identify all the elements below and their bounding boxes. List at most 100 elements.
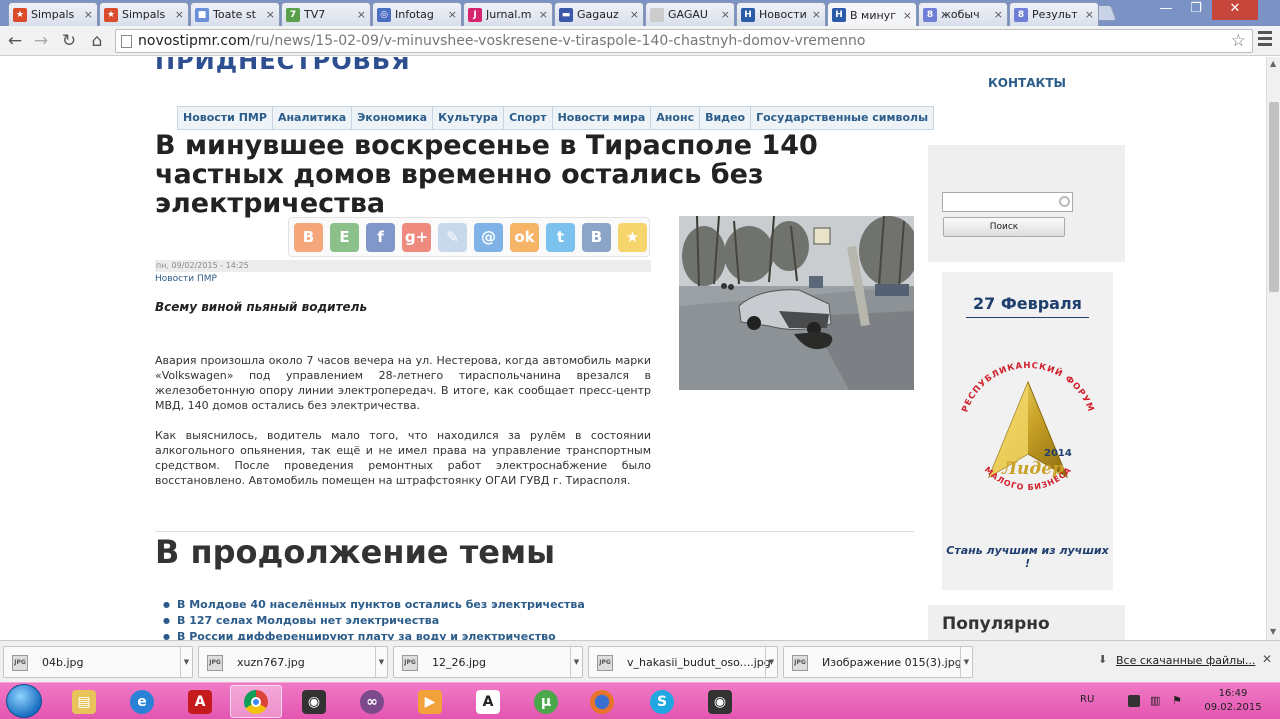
system-clock[interactable]: 16:49 09.02.2015 [1203, 687, 1263, 715]
browser-tab[interactable]: Н В минуг × [827, 2, 917, 27]
nav-item[interactable]: Культура [433, 107, 505, 129]
forum-banner[interactable]: 27 Февраля РЕСПУБЛИКАНСКИЙ ФОРУМ 2014 Ли… [942, 272, 1113, 590]
download-item[interactable]: JPG Изображение 015(3).jpg ▼ [783, 646, 973, 678]
share-odnoklassniki-icon[interactable]: ok [510, 222, 539, 252]
nav-item[interactable]: Новости мира [553, 107, 652, 129]
download-item[interactable]: JPG xuzn767.jpg ▼ [198, 646, 388, 678]
contacts-link[interactable]: КОНТАКТЫ [988, 76, 1066, 90]
article-category-link[interactable]: Новости ПМР [155, 274, 217, 284]
language-indicator[interactable]: RU [1080, 694, 1094, 705]
flag-icon[interactable]: ⚑ [1172, 695, 1184, 707]
scroll-thumb[interactable] [1269, 102, 1279, 292]
browser-tab[interactable]: ■ Toate st × [190, 2, 280, 26]
share-favorite-icon[interactable]: ★ [618, 222, 647, 252]
nav-item[interactable]: Экономика [352, 107, 434, 129]
browser-tab[interactable]: ◎ Infotag × [372, 2, 462, 26]
home-button[interactable]: ⌂ [86, 30, 108, 52]
tab-close-icon[interactable]: × [1085, 8, 1094, 21]
related-list: В Молдове 40 населённых пунктов остались… [163, 597, 585, 640]
forward-button[interactable]: → [30, 30, 52, 52]
tab-close-icon[interactable]: × [539, 8, 548, 21]
browser-tab[interactable]: 8 Результ × [1009, 2, 1099, 26]
download-item[interactable]: JPG 12_26.jpg ▼ [393, 646, 583, 678]
reload-button[interactable]: ↻ [58, 30, 80, 52]
article-photo[interactable] [679, 216, 914, 390]
tab-close-icon[interactable]: × [84, 8, 93, 21]
address-bar[interactable]: novostipmr.com/ru/news/15-02-09/v-minuvs… [115, 29, 1253, 53]
browser-tab[interactable]: 7 TV7 × [281, 2, 371, 26]
taskbar-font-app[interactable]: A [462, 685, 514, 718]
scroll-down-arrow-icon[interactable]: ▼ [1270, 627, 1276, 636]
taskbar-app-glasses[interactable]: ∞ [346, 685, 398, 718]
share-vkontakte-icon[interactable]: В [582, 222, 611, 252]
minimize-button[interactable]: — [1152, 0, 1180, 20]
share-blogger-icon[interactable]: B [294, 222, 323, 252]
browser-tab[interactable]: J Jurnal.m × [463, 2, 553, 26]
download-menu-chevron-icon[interactable]: ▼ [570, 647, 582, 677]
taskbar-skype[interactable]: S [636, 685, 688, 718]
nav-item[interactable]: Спорт [504, 107, 553, 129]
tab-favicon-icon: 7 [286, 7, 300, 22]
browser-tab[interactable]: ★ Simpals × [99, 2, 189, 26]
download-menu-chevron-icon[interactable]: ▼ [960, 647, 972, 677]
share-evernote-icon[interactable]: E [330, 222, 359, 252]
start-button[interactable] [6, 684, 42, 718]
share-facebook-icon[interactable]: f [366, 222, 395, 252]
download-menu-chevron-icon[interactable]: ▼ [765, 647, 777, 677]
nav-item[interactable]: Аналитика [273, 107, 353, 129]
tab-close-icon[interactable]: × [357, 8, 366, 21]
download-item[interactable]: JPG 04b.jpg ▼ [3, 646, 193, 678]
article-date: пн, 09/02/2015 - 14:25 [155, 260, 651, 272]
browser-tab[interactable]: GAGAU × [645, 2, 735, 26]
nav-item[interactable]: Анонс [651, 107, 701, 129]
tab-close-icon[interactable]: × [903, 9, 912, 22]
maximize-button[interactable]: ❐ [1182, 0, 1210, 20]
download-menu-chevron-icon[interactable]: ▼ [375, 647, 387, 677]
tab-close-icon[interactable]: × [721, 8, 730, 21]
download-item[interactable]: JPG v_hakasii_budut_oso....jpg ▼ [588, 646, 778, 678]
browser-tab[interactable]: ▬ Gagauz × [554, 2, 644, 26]
close-shelf-icon[interactable]: ✕ [1262, 652, 1272, 666]
chrome-menu-icon[interactable] [1258, 31, 1272, 49]
all-downloads-link[interactable]: Все скачанные файлы... [1116, 654, 1255, 667]
back-button[interactable]: ← [4, 30, 26, 52]
tab-close-icon[interactable]: × [994, 8, 1003, 21]
browser-tab[interactable]: 8 жобыч × [918, 2, 1008, 26]
tab-close-icon[interactable]: × [266, 8, 275, 21]
taskbar-explorer[interactable]: ▤ [58, 685, 110, 718]
taskbar-camera-2[interactable]: ◉ [694, 685, 746, 718]
share-livejournal-icon[interactable]: ✎ [438, 222, 467, 252]
network-icon[interactable]: ▥ [1150, 695, 1162, 707]
taskbar-ie[interactable]: e [116, 685, 168, 718]
taskbar-media-player[interactable]: ▶ [404, 685, 456, 718]
related-link[interactable]: В России дифференцируют плату за воду и … [163, 629, 585, 640]
bookmark-star-icon[interactable]: ☆ [1231, 30, 1246, 52]
site-logo[interactable]: ПРИДНЕСТРОВЬЯ [155, 57, 411, 75]
tab-close-icon[interactable]: × [812, 8, 821, 21]
taskbar-acrobat[interactable]: A [174, 685, 226, 718]
tray-app-icon[interactable] [1128, 695, 1140, 707]
share-twitter-icon[interactable]: t [546, 222, 575, 252]
taskbar-utorrent[interactable]: µ [520, 685, 572, 718]
taskbar-camera[interactable]: ◉ [288, 685, 340, 718]
taskbar-firefox[interactable] [576, 685, 628, 718]
tab-close-icon[interactable]: × [630, 8, 639, 21]
tab-close-icon[interactable]: × [175, 8, 184, 21]
browser-tab[interactable]: Н Новости × [736, 2, 826, 26]
close-window-button[interactable]: ✕ [1212, 0, 1258, 20]
nav-item[interactable]: Видео [700, 107, 752, 129]
tab-close-icon[interactable]: × [448, 8, 457, 21]
related-link[interactable]: В 127 селах Молдовы нет электричества [163, 613, 585, 629]
search-input[interactable] [942, 192, 1073, 212]
related-link[interactable]: В Молдове 40 населённых пунктов остались… [163, 597, 585, 613]
nav-item[interactable]: Государственные символы [751, 107, 933, 129]
browser-tab[interactable]: ★ Simpals × [8, 2, 98, 26]
download-menu-chevron-icon[interactable]: ▼ [180, 647, 192, 677]
taskbar-chrome[interactable] [230, 685, 282, 718]
vertical-scrollbar[interactable]: ▲ ▼ [1266, 57, 1280, 640]
scroll-up-arrow-icon[interactable]: ▲ [1270, 59, 1276, 68]
share-mail-ru-icon[interactable]: @ [474, 222, 503, 252]
share-google-plus-icon[interactable]: g+ [402, 222, 431, 252]
search-button[interactable]: Поиск [943, 217, 1065, 237]
nav-item[interactable]: Новости ПМР [178, 107, 273, 129]
